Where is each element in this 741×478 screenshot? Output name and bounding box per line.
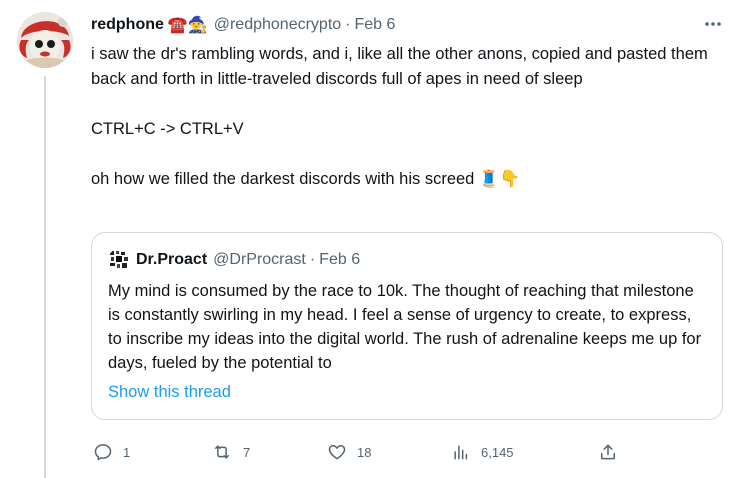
separator-dot: ·: [345, 16, 351, 33]
like-button[interactable]: 18: [327, 437, 371, 467]
quoted-tweet-text: My mind is consumed by the race to 10k. …: [108, 282, 702, 372]
quoted-tweet-date: Feb 6: [319, 251, 361, 268]
retweet-icon: [215, 445, 229, 459]
retweet-button[interactable]: 7: [211, 437, 250, 467]
more-options-button[interactable]: [703, 14, 723, 34]
tweet-header: redphone ☎️🧙 @redphonecrypto · Feb 6: [91, 14, 395, 36]
views-chart-icon: [454, 445, 468, 460]
author-emojis: ☎️🧙: [167, 17, 208, 34]
quoted-tweet-card[interactable]: Dr.Proact @DrProcrast · Feb 6 My mind is…: [91, 232, 723, 420]
separator-dot: ·: [309, 251, 316, 268]
tweet-action-bar: 1 7 18 6,145: [91, 437, 631, 467]
tweet-text: i saw the dr's rambling words, and i, li…: [91, 42, 721, 192]
author-handle[interactable]: @redphonecrypto: [214, 16, 341, 34]
like-count: 18: [357, 444, 372, 460]
more-horizontal-icon: [705, 22, 721, 26]
quoted-tweet-header: Dr.Proact @DrProcrast · Feb 6: [108, 249, 360, 271]
show-thread-link[interactable]: Show this thread: [108, 383, 231, 402]
author-avatar[interactable]: [17, 12, 73, 68]
views-button[interactable]: 6,145: [451, 437, 514, 467]
heart-icon: [328, 445, 346, 460]
retweet-count: 7: [243, 444, 251, 460]
quoted-author-handle: @DrProcrast: [213, 251, 306, 268]
tweet-date[interactable]: Feb 6: [355, 16, 396, 34]
share-icon: [601, 444, 615, 460]
share-button[interactable]: [598, 437, 618, 467]
reply-count: 1: [123, 444, 131, 460]
author-name[interactable]: redphone: [91, 16, 164, 34]
thread-connector-line: [44, 76, 46, 478]
views-count: 6,145: [481, 444, 514, 460]
tweet-text-paragraph: i saw the dr's rambling words, and i, li…: [91, 45, 708, 88]
reply-button[interactable]: 1: [93, 437, 130, 467]
quoted-author-name: Dr.Proact: [136, 251, 208, 268]
tweet-text-paragraph: oh how we filled the darkest discords wi…: [91, 170, 521, 188]
reply-icon: [94, 444, 112, 461]
quoted-author-avatar: [108, 249, 130, 271]
tweet-text-paragraph: CTRL+C -> CTRL+V: [91, 120, 244, 138]
